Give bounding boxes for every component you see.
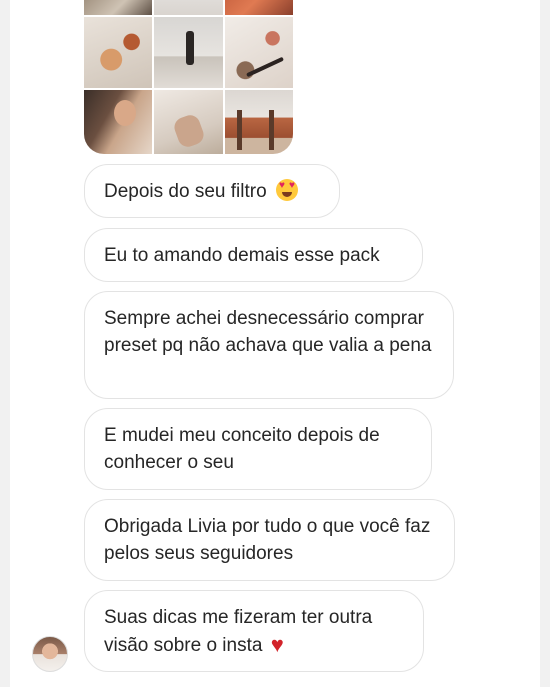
red-heart-icon: ♥	[270, 632, 284, 657]
message-text: Obrigada Livia por tudo o que você faz p…	[104, 516, 431, 564]
message-bubble[interactable]: E mudei meu conceito depois de conhecer …	[84, 408, 432, 490]
message-text: Suas dicas me fizeram ter outra visão so…	[104, 607, 373, 656]
message-bubble[interactable]: Depois do seu filtro	[84, 164, 340, 218]
photo-tile	[225, 17, 293, 88]
photo-tile	[154, 17, 223, 88]
photo-tile	[225, 0, 293, 15]
photo-tile	[84, 17, 152, 88]
message-text: Sempre achei desnecessário comprar prese…	[104, 308, 432, 356]
right-edge	[540, 0, 550, 687]
left-edge	[0, 0, 10, 687]
shared-photo-grid[interactable]	[84, 0, 293, 154]
message-text: Eu to amando demais esse pack	[104, 245, 380, 266]
photo-tile	[84, 90, 152, 154]
message-bubble[interactable]: Sempre achei desnecessário comprar prese…	[84, 291, 454, 399]
sender-avatar[interactable]	[32, 636, 68, 672]
message-text: Depois do seu filtro	[104, 181, 267, 202]
photo-tile	[84, 0, 152, 15]
message-bubble[interactable]: Obrigada Livia por tudo o que você faz p…	[84, 499, 455, 581]
message-bubble[interactable]: Eu to amando demais esse pack	[84, 228, 423, 282]
message-bubble[interactable]: Suas dicas me fizeram ter outra visão so…	[84, 590, 424, 672]
message-text: E mudei meu conceito depois de conhecer …	[104, 425, 380, 473]
heart-eyes-emoji-icon	[275, 179, 298, 201]
photo-tile	[154, 0, 223, 15]
photo-tile	[225, 90, 293, 154]
photo-tile	[154, 90, 223, 154]
